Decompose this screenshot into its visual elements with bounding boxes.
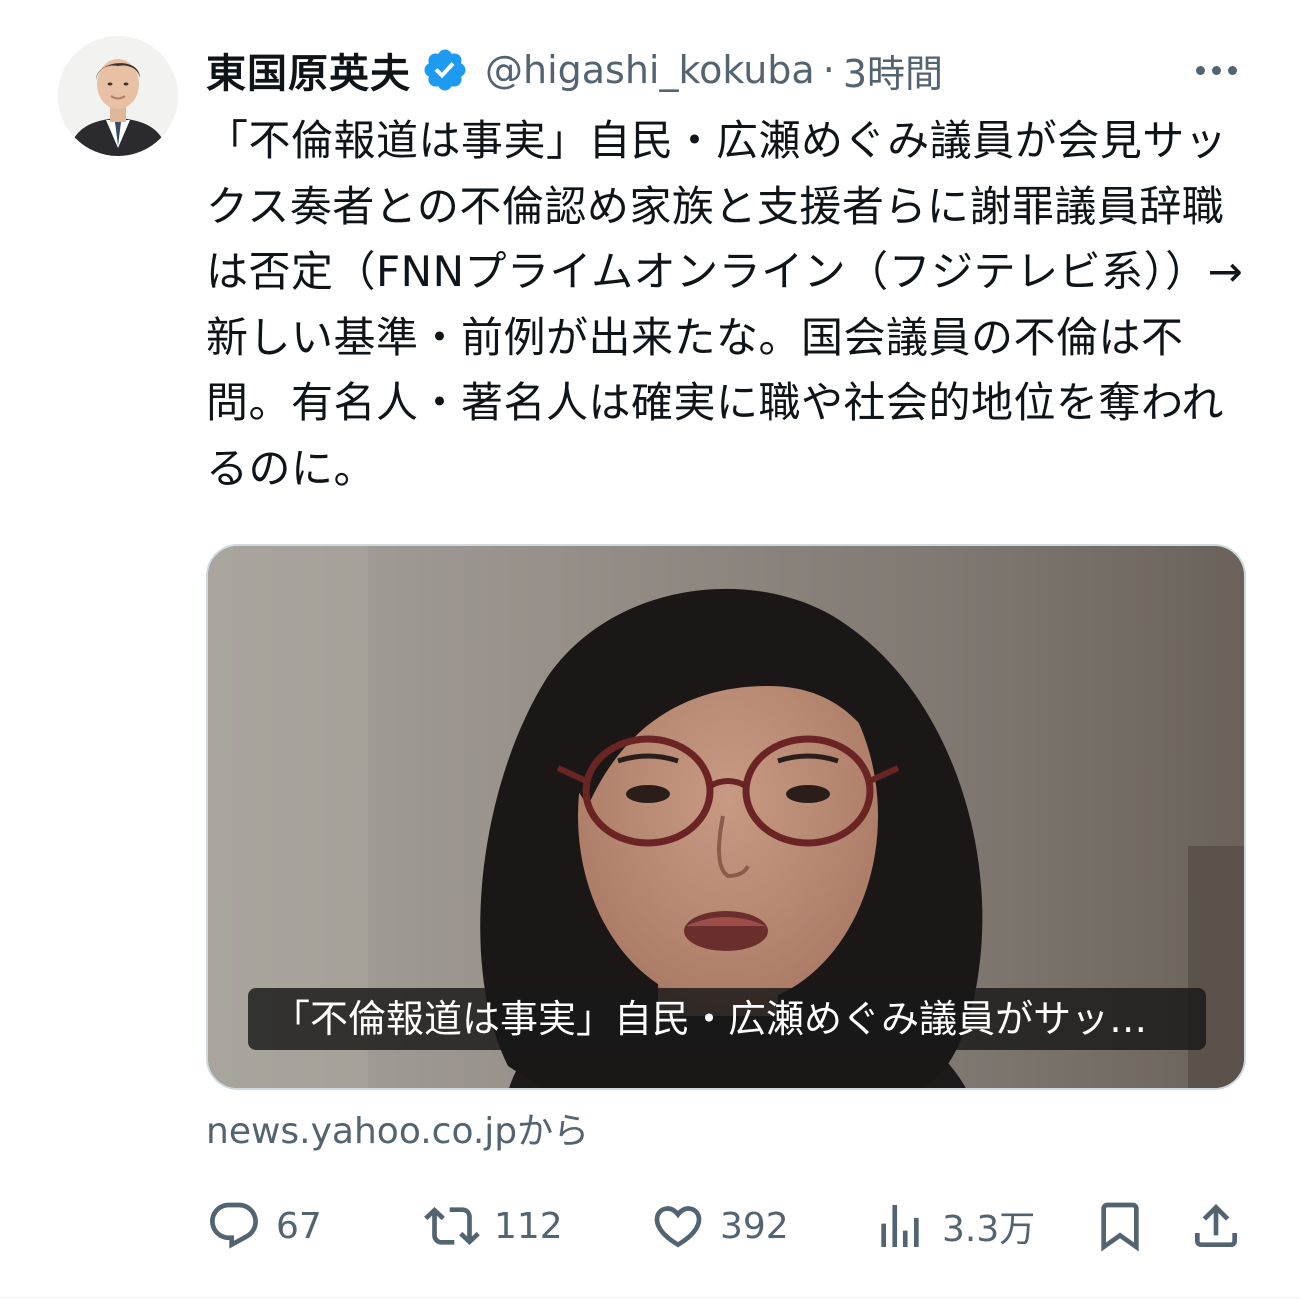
views-count: 3.3万 — [942, 1209, 1036, 1250]
person-avatar-icon — [58, 36, 178, 156]
action-bar: 67 112 392 3.3万 — [206, 1190, 1250, 1262]
views-chart-icon — [881, 1205, 919, 1247]
like-count: 392 — [720, 1205, 789, 1247]
reply-count: 67 — [276, 1205, 322, 1247]
reply-button[interactable]: 67 — [206, 1190, 322, 1262]
tweet: 東国原英夫 @higashi_kokuba · 3時間 「不倫報道は事実」自民・… — [0, 0, 1300, 1300]
tweet-header: 東国原英夫 @higashi_kokuba · 3時間 — [206, 40, 1246, 100]
heart-icon — [654, 1206, 702, 1248]
author-avatar[interactable] — [58, 36, 178, 156]
divider — [0, 1297, 1300, 1298]
retweet-count: 112 — [494, 1205, 563, 1247]
media-caption: 「不倫報道は事実」自民・広瀬めぐみ議員がサッ… — [248, 988, 1206, 1050]
bookmark-icon — [1101, 1202, 1139, 1252]
share-button[interactable] — [1188, 1190, 1258, 1262]
link-source[interactable]: news.yahoo.co.jpから — [206, 1104, 589, 1160]
reply-icon — [210, 1202, 258, 1249]
retweet-icon — [424, 1207, 480, 1245]
more-options-icon[interactable] — [1186, 46, 1246, 94]
retweet-button[interactable]: 112 — [424, 1190, 563, 1262]
verified-badge-icon — [424, 49, 466, 91]
separator-dot: · — [822, 48, 835, 92]
tweet-text: 「不倫報道は事実」自民・広瀬めぐみ議員が会見サックス奏者との不倫認め家族と支援者… — [206, 116, 1244, 493]
author-display-name[interactable]: 東国原英夫 — [206, 41, 411, 99]
share-icon — [1195, 1204, 1237, 1247]
media-card[interactable]: 「不倫報道は事実」自民・広瀬めぐみ議員がサッ… — [206, 544, 1246, 1090]
views-button[interactable]: 3.3万 — [872, 1190, 1035, 1262]
author-handle[interactable]: @higashi_kokuba — [485, 48, 815, 92]
tweet-timestamp[interactable]: 3時間 — [843, 43, 943, 98]
bookmark-button[interactable] — [1092, 1190, 1162, 1262]
like-button[interactable]: 392 — [650, 1190, 789, 1262]
